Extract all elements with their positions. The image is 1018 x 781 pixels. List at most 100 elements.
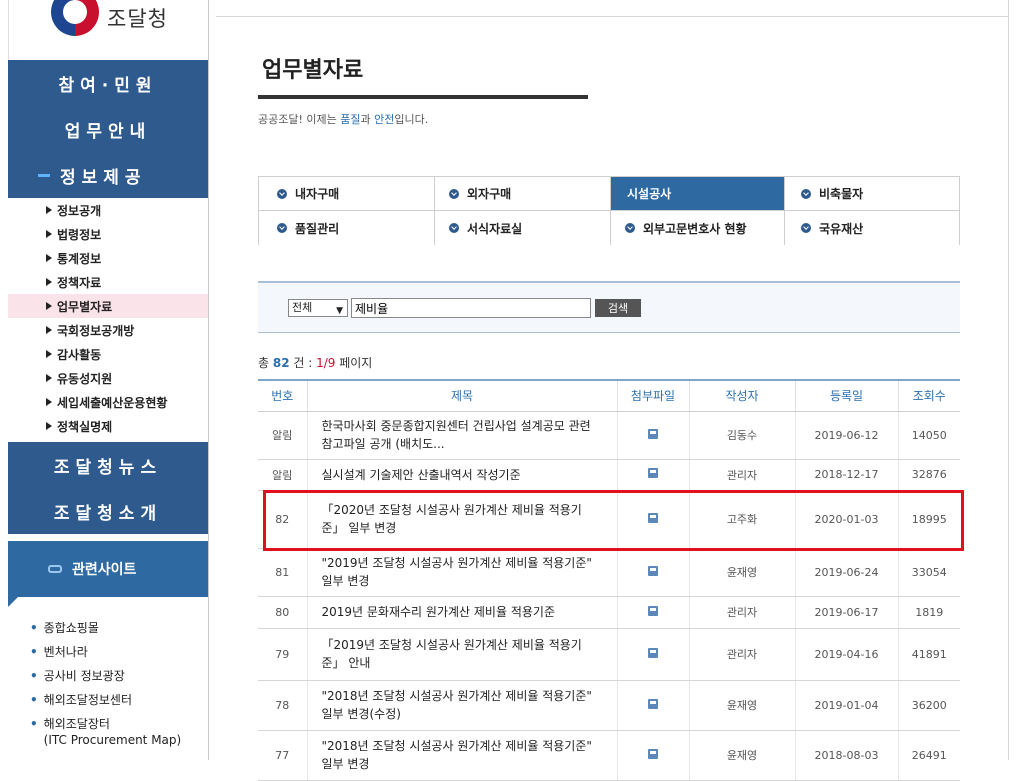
cell-author: 윤재영 bbox=[688, 548, 795, 597]
page-subtitle: 공공조달! 이제는 품질과 안전입니다. bbox=[258, 111, 428, 127]
count-unit: 건 : bbox=[289, 356, 317, 370]
site-label: 해외조달장터 (ITC Procurement Map) bbox=[43, 717, 182, 747]
file-download-icon[interactable] bbox=[648, 428, 658, 439]
cell-author: 윤재영 bbox=[688, 680, 795, 731]
sub-item-label: 업무별자료 bbox=[57, 299, 113, 314]
related-sites-header: 관련사이트 bbox=[8, 541, 208, 597]
cell-attach bbox=[616, 730, 689, 781]
col-header-views: 조회수 bbox=[897, 379, 960, 412]
category-tabs: 내자구매 외자구매 시설공사 비축물자 품질관리 서식자료실 외부고문변호사 현… bbox=[258, 176, 960, 245]
cell-title-link[interactable]: "2018년 조달청 시설공사 원가계산 제비율 적용기준" 일부 변경(수정) bbox=[306, 680, 617, 731]
link-icon bbox=[48, 565, 62, 573]
sub-item-info-disclosure[interactable]: 정보공개 bbox=[8, 198, 208, 222]
cell-date: 2018-12-17 bbox=[794, 459, 898, 491]
tab-stockpile[interactable]: 비축물자 bbox=[785, 177, 959, 211]
tab-label: 품질관리 bbox=[295, 221, 340, 236]
sub-item-label: 세입세출예산운용현황 bbox=[57, 395, 168, 410]
tab-quality[interactable]: 품질관리 bbox=[259, 211, 435, 245]
site-label: 공사비 정보광장 bbox=[43, 669, 125, 683]
bullet-icon: • bbox=[30, 645, 38, 659]
sub-item-liquidity[interactable]: 유동성지원 bbox=[8, 366, 208, 390]
cell-attach bbox=[616, 459, 689, 491]
cell-no: 81 bbox=[258, 548, 307, 597]
chevron-circle-icon bbox=[449, 188, 459, 199]
col-header-attach: 첨부파일 bbox=[616, 379, 689, 412]
file-download-icon[interactable] bbox=[648, 565, 658, 576]
tab-domestic-purchase[interactable]: 내자구매 bbox=[259, 177, 435, 211]
search-field-select[interactable]: 전체 ▼ bbox=[288, 299, 348, 317]
menu-participation[interactable]: 참여·민원 bbox=[8, 60, 208, 106]
sub-item-budget[interactable]: 세입세출예산운용현황 bbox=[8, 390, 208, 414]
sub-item-policy-realname[interactable]: 정책실명제 bbox=[8, 414, 208, 438]
cell-title-link[interactable]: 2019년 문화재수리 원가계산 제비율 적용기준 bbox=[306, 596, 617, 629]
site-link-cost-info[interactable]: • 공사비 정보광장 bbox=[30, 668, 208, 684]
tab-label: 내자구매 bbox=[295, 187, 340, 201]
sub-item-law[interactable]: 법령정보 bbox=[8, 222, 208, 246]
cell-views: 14050 bbox=[897, 411, 960, 460]
file-download-icon[interactable] bbox=[648, 512, 658, 523]
chevron-circle-icon bbox=[801, 223, 811, 233]
sub-item-business-data[interactable]: 업무별자료 bbox=[8, 294, 208, 318]
logo[interactable]: 조달청 bbox=[8, 0, 208, 60]
cell-date: 2020-01-03 bbox=[794, 490, 898, 549]
tab-label: 시설공사 bbox=[627, 187, 672, 201]
file-download-icon[interactable] bbox=[648, 748, 658, 759]
site-link-shopping[interactable]: • 종합쇼핑몰 bbox=[30, 620, 208, 636]
main-menu-2: 조달청뉴스 조달청소개 bbox=[8, 442, 208, 534]
cell-no: 82 bbox=[258, 490, 307, 549]
page-title: 업무별자료 bbox=[262, 58, 364, 83]
menu-about[interactable]: 조달청소개 bbox=[8, 488, 208, 534]
related-sites-list: • 종합쇼핑몰 • 벤처나라 • 공사비 정보광장 • 해외조달정보센터 • 해외조달장터… bbox=[30, 620, 208, 756]
table-row: 알림 실시설계 기술제안 산출내역서 작성기준 관리자 2018-12-17 3… bbox=[258, 459, 960, 491]
chevron-circle-icon bbox=[277, 223, 287, 233]
triangle-right-icon bbox=[46, 206, 52, 214]
tab-facility-construction[interactable]: 시설공사 bbox=[611, 177, 785, 211]
cell-date: 2019-06-24 bbox=[794, 548, 898, 597]
menu-info[interactable]: 정보제공 bbox=[8, 152, 208, 198]
bullet-icon: • bbox=[30, 621, 38, 635]
tab-label: 외자구매 bbox=[467, 187, 512, 201]
menu-business-guide[interactable]: 업무안내 bbox=[8, 106, 208, 152]
cell-title-link[interactable]: 「2019년 조달청 시설공사 원가계산 제비율 적용기준」 안내 bbox=[306, 628, 617, 681]
tab-foreign-purchase[interactable]: 외자구매 bbox=[435, 177, 611, 211]
sub-item-statistics[interactable]: 통계정보 bbox=[8, 246, 208, 270]
cell-title-link[interactable]: "2018년 조달청 시설공사 원가계산 제비율 적용기준" 일부 변경 bbox=[306, 730, 617, 781]
site-link-venture[interactable]: • 벤처나라 bbox=[30, 644, 208, 660]
search-button[interactable]: 검색 bbox=[595, 299, 641, 317]
search-field-value: 전체 bbox=[292, 301, 313, 314]
menu-news[interactable]: 조달청뉴스 bbox=[8, 442, 208, 488]
site-link-overseas-market[interactable]: • 해외조달장터 (ITC Procurement Map) bbox=[30, 716, 208, 748]
file-download-icon[interactable] bbox=[648, 468, 658, 478]
file-download-icon[interactable] bbox=[648, 698, 658, 709]
sub-item-audit[interactable]: 감사활동 bbox=[8, 342, 208, 366]
menu-info-label: 정보제공 bbox=[60, 167, 147, 188]
triangle-right-icon bbox=[46, 230, 52, 238]
site-label: 해외조달정보센터 bbox=[43, 693, 132, 707]
file-download-icon[interactable] bbox=[648, 605, 658, 616]
tab-national-property[interactable]: 국유재산 bbox=[785, 211, 959, 245]
cell-title-link[interactable]: "2019년 조달청 시설공사 원가계산 제비율 적용기준" 일부 변경 bbox=[306, 548, 617, 597]
cell-author: 윤재영 bbox=[688, 730, 795, 781]
table-row: 81 "2019년 조달청 시설공사 원가계산 제비율 적용기준" 일부 변경 … bbox=[258, 548, 960, 597]
col-header-title: 제목 bbox=[306, 379, 617, 412]
related-sites-label: 관련사이트 bbox=[72, 562, 137, 578]
file-download-icon[interactable] bbox=[648, 647, 658, 658]
table-header-row: 번호 제목 첨부파일 작성자 등록일 조회수 bbox=[258, 379, 960, 412]
cell-attach bbox=[616, 680, 689, 731]
table-row: 80 2019년 문화재수리 원가계산 제비율 적용기준 관리자 2019-06… bbox=[258, 596, 960, 629]
search-input[interactable] bbox=[351, 298, 591, 318]
cell-title-link[interactable]: 한국마사회 중문종합지원센터 건립사업 설계공모 관련 참고파일 공개 (배치도… bbox=[306, 411, 617, 460]
active-dash-icon bbox=[38, 173, 50, 177]
cell-author: 관리자 bbox=[688, 596, 795, 629]
chevron-down-icon: ▼ bbox=[336, 306, 343, 316]
related-tail bbox=[8, 597, 18, 607]
cell-attach bbox=[616, 411, 689, 460]
sub-item-policy[interactable]: 정책자료 bbox=[8, 270, 208, 294]
site-link-overseas-info[interactable]: • 해외조달정보센터 bbox=[30, 692, 208, 708]
cell-title-link[interactable]: 실시설계 기술제안 산출내역서 작성기준 bbox=[306, 459, 617, 491]
cell-title-link[interactable]: 「2020년 조달청 시설공사 원가계산 제비율 적용기준」 일부 변경 bbox=[306, 490, 617, 549]
sub-item-assembly[interactable]: 국회정보공개방 bbox=[8, 318, 208, 342]
tab-external-lawyer[interactable]: 외부고문변호사 현황 bbox=[611, 211, 785, 245]
cell-date: 2019-06-17 bbox=[794, 596, 898, 629]
tab-forms[interactable]: 서식자료실 bbox=[435, 211, 611, 245]
